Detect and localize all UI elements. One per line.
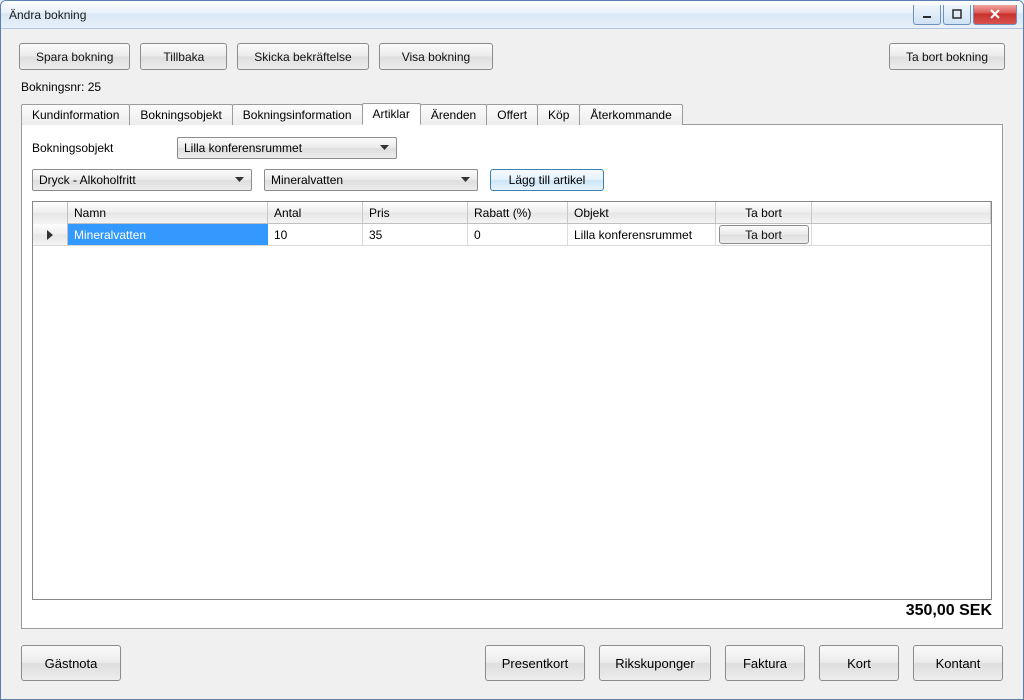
close-button[interactable]: [973, 5, 1017, 25]
row-delete-button[interactable]: Ta bort: [719, 225, 809, 244]
kontant-button[interactable]: Kontant: [913, 645, 1003, 681]
category-select-value: Dryck - Alkoholfritt: [39, 173, 136, 187]
grid-corner: [33, 202, 68, 224]
booking-number-label: Bokningsnr: 25: [1, 76, 1023, 102]
toolbar: Spara bokning Tillbaka Skicka bekräftels…: [1, 29, 1023, 76]
article-grid: Namn Antal Pris Rabatt (%) Objekt Ta bor…: [32, 201, 992, 600]
chevron-down-icon: [458, 177, 473, 183]
faktura-button[interactable]: Faktura: [725, 645, 805, 681]
grid-header: Namn Antal Pris Rabatt (%) Objekt Ta bor…: [33, 202, 991, 224]
add-article-button[interactable]: Lägg till artikel: [490, 169, 604, 191]
objekt-select-value: Lilla konferensrummet: [184, 141, 302, 155]
delete-booking-button[interactable]: Ta bort bokning: [889, 43, 1005, 70]
chevron-down-icon: [377, 145, 392, 151]
cell-objekt[interactable]: Lilla konferensrummet: [568, 224, 716, 245]
tab-bokningsobjekt[interactable]: Bokningsobjekt: [129, 104, 232, 125]
item-select-value: Mineralvatten: [271, 173, 343, 187]
cell-rabatt[interactable]: 0: [468, 224, 568, 245]
objekt-label: Bokningsobjekt: [32, 141, 167, 155]
tab-body: Bokningsobjekt Lilla konferensrummet Dry…: [21, 124, 1003, 629]
col-pris[interactable]: Pris: [363, 202, 468, 224]
category-select[interactable]: Dryck - Alkoholfritt: [32, 169, 252, 191]
window-title: Ändra bokning: [1, 8, 86, 22]
cell-tabort: Ta bort: [716, 224, 812, 245]
row-indicator: [33, 224, 68, 245]
total-label: 350,00 SEK: [32, 600, 992, 624]
col-tabort[interactable]: Ta bort: [716, 202, 812, 224]
window: Ändra bokning Spara bokning Tillbaka Ski…: [0, 0, 1024, 700]
article-row: Dryck - Alkoholfritt Mineralvatten Lägg …: [32, 169, 992, 191]
chevron-down-icon: [232, 177, 247, 183]
col-antal[interactable]: Antal: [268, 202, 363, 224]
cell-pris[interactable]: 35: [363, 224, 468, 245]
show-booking-button[interactable]: Visa bokning: [379, 43, 494, 70]
tab-kop[interactable]: Köp: [537, 104, 580, 125]
table-row[interactable]: Mineralvatten 10 35 0 Lilla konferensrum…: [33, 224, 991, 246]
objekt-select[interactable]: Lilla konferensrummet: [177, 137, 397, 159]
bottom-bar: Gästnota Presentkort Rikskuponger Faktur…: [1, 637, 1023, 699]
tab-offert[interactable]: Offert: [486, 104, 538, 125]
tab-bokningsinformation[interactable]: Bokningsinformation: [232, 104, 363, 125]
cell-antal[interactable]: 10: [268, 224, 363, 245]
col-objekt[interactable]: Objekt: [568, 202, 716, 224]
gastnota-button[interactable]: Gästnota: [21, 645, 121, 681]
cell-filler: [812, 224, 991, 245]
col-namn[interactable]: Namn: [68, 202, 268, 224]
col-rabatt[interactable]: Rabatt (%): [468, 202, 568, 224]
grid-body: Mineralvatten 10 35 0 Lilla konferensrum…: [33, 224, 991, 599]
tab-artiklar[interactable]: Artiklar: [362, 103, 421, 125]
send-confirmation-button[interactable]: Skicka bekräftelse: [237, 43, 368, 70]
titlebar: Ändra bokning: [1, 1, 1023, 29]
tabstrip: Kundinformation Bokningsobjekt Bokningsi…: [1, 102, 1023, 124]
tab-arenden[interactable]: Ärenden: [420, 104, 487, 125]
back-button[interactable]: Tillbaka: [140, 43, 227, 70]
cell-namn[interactable]: Mineralvatten: [68, 224, 268, 245]
col-filler: [812, 202, 991, 224]
save-button[interactable]: Spara bokning: [19, 43, 130, 70]
row-arrow-icon: [46, 230, 54, 240]
kort-button[interactable]: Kort: [819, 645, 899, 681]
rikskuponger-button[interactable]: Rikskuponger: [599, 645, 711, 681]
tab-kundinformation[interactable]: Kundinformation: [21, 104, 130, 125]
objekt-row: Bokningsobjekt Lilla konferensrummet: [32, 137, 992, 159]
tab-aterkommande[interactable]: Återkommande: [579, 104, 682, 125]
item-select[interactable]: Mineralvatten: [264, 169, 478, 191]
minimize-button[interactable]: [913, 5, 941, 25]
presentkort-button[interactable]: Presentkort: [485, 645, 585, 681]
maximize-button[interactable]: [943, 5, 971, 25]
